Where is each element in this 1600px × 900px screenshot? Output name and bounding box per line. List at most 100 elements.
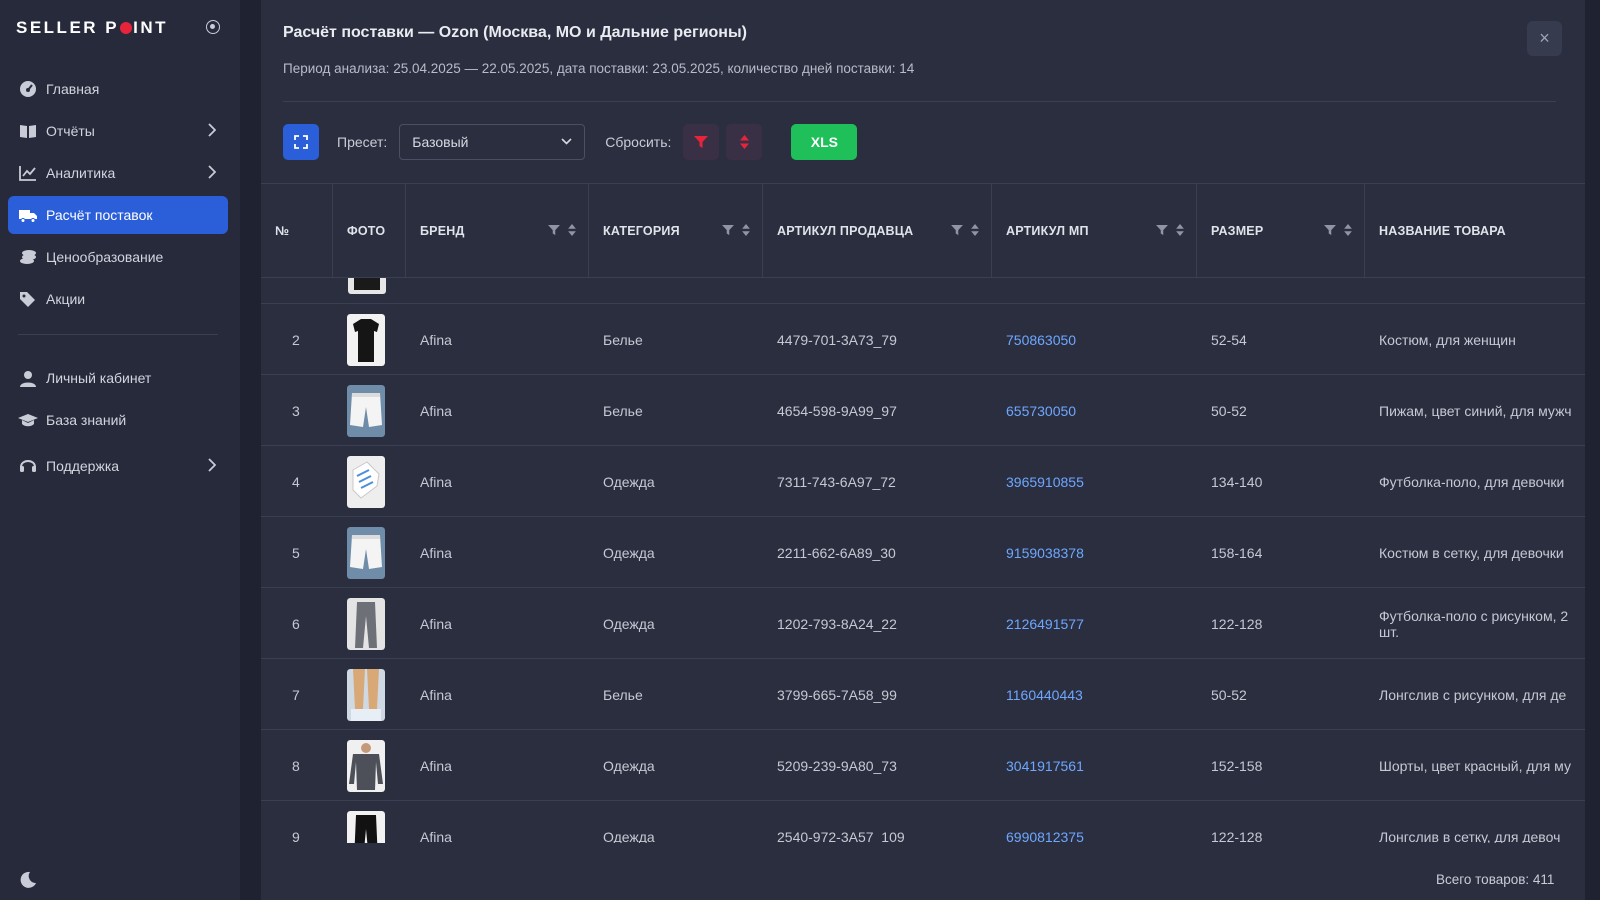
cell-category: Одежда: [603, 828, 655, 844]
column-header-photo: ФОТО: [333, 184, 406, 278]
cell-brand: Afina: [420, 828, 452, 844]
cell-brand: Afina: [420, 686, 452, 703]
sidebar-item-knowledge-base[interactable]: База знаний: [8, 401, 228, 439]
table-row[interactable]: 6 Afina Одежда 1202-793-8A24_22 2126491577 12…: [261, 588, 1585, 659]
sort-icon[interactable]: [971, 224, 979, 236]
sort-icon[interactable]: [568, 224, 576, 236]
cell-photo: [333, 375, 406, 446]
sidebar-item-support[interactable]: Поддержка: [8, 447, 228, 485]
toolbar: Пресет: Базовый Сбросить: XLS: [283, 124, 858, 160]
filter-icon[interactable]: [722, 224, 734, 236]
cell-seller-sku: 5209-239-9A80_73: [777, 757, 897, 774]
cell-photo: [333, 304, 406, 375]
dashboard-icon: [18, 79, 38, 99]
table-row[interactable]: 5 Afina Одежда 2211-662-6A89_30 9159038378 15…: [261, 517, 1585, 588]
cell-mp-sku[interactable]: 1160440443: [992, 659, 1197, 730]
column-header-size: РАЗМЕР: [1197, 184, 1365, 278]
sidebar-item-home[interactable]: Главная: [8, 70, 228, 108]
cell-mp-sku[interactable]: 750863050: [992, 304, 1197, 375]
coins-icon: [18, 247, 38, 267]
product-photo[interactable]: [347, 455, 385, 508]
table-row[interactable]: 2 Afina Белье 4479-701-3A73_79 750863050 52-5…: [261, 304, 1585, 375]
sidebar-item-account[interactable]: Личный кабинет: [8, 359, 228, 397]
preset-label: Пресет:: [337, 134, 388, 150]
product-photo[interactable]: [347, 668, 385, 721]
sidebar-item-label: Аналитика: [46, 165, 116, 181]
cell-mp-sku[interactable]: 9159038378: [992, 517, 1197, 588]
reset-label: Сбросить:: [605, 134, 672, 150]
export-xls-button[interactable]: XLS: [791, 124, 858, 160]
chevron-right-icon: [208, 458, 216, 472]
cell-number: 9: [292, 828, 300, 844]
cell-product-name: Пижам, цвет синий, для мужч: [1379, 402, 1572, 419]
sidebar-item-pricing[interactable]: Ценообразование: [8, 238, 228, 276]
user-icon: [18, 368, 38, 388]
cell-category: Одежда: [603, 615, 655, 632]
dark-mode-toggle-icon[interactable]: [18, 870, 38, 890]
sort-icon: [739, 135, 749, 149]
sidebar-item-label: База знаний: [46, 412, 127, 428]
product-photo[interactable]: [347, 597, 385, 650]
sort-icon[interactable]: [742, 224, 750, 236]
sort-icon[interactable]: [1344, 224, 1352, 236]
product-photo[interactable]: [347, 739, 385, 792]
table-row[interactable]: 7 Afina Белье 3799-665-7A58_99 1160440443 50-…: [261, 659, 1585, 730]
cell-mp-sku[interactable]: 3041917561: [992, 730, 1197, 801]
sidebar-item-label: Отчёты: [46, 123, 95, 139]
table-row[interactable]: 4 Afina Одежда 7311-743-6A97_72 3965910855 13…: [261, 446, 1585, 517]
product-photo[interactable]: [347, 810, 385, 844]
cell-product-name: Лонгслив с рисунком, для де: [1379, 686, 1567, 703]
table-row[interactable]: 8 Afina Одежда 5209-239-9A80_73 3041917561 15…: [261, 730, 1585, 801]
cell-mp-sku[interactable]: 655730050: [992, 375, 1197, 446]
cell-size: 50-52: [1211, 402, 1247, 419]
filter-icon[interactable]: [1156, 224, 1168, 236]
sidebar-item-analytics[interactable]: Аналитика: [8, 154, 228, 192]
cell-product-name: Шорты, цвет красный, для му: [1379, 757, 1571, 774]
table-row[interactable]: 9 Afina Одежда 2540-972-3A57_109 6990812375 1…: [261, 801, 1585, 843]
product-photo[interactable]: [347, 384, 385, 437]
product-photo[interactable]: [347, 313, 385, 366]
cell-number: 3: [292, 402, 300, 419]
table-row[interactable]: 3 Afina Белье 4654-598-9A99_97 655730050 50-5…: [261, 375, 1585, 446]
sidebar-item-promotions[interactable]: Акции: [8, 280, 228, 318]
cell-seller-sku: 7311-743-6A97_72: [777, 473, 896, 490]
column-header-product-name: НАЗВАНИЕ ТОВАРА: [1365, 184, 1585, 278]
chevron-right-icon: [208, 123, 216, 137]
filter-icon[interactable]: [951, 224, 963, 236]
close-button[interactable]: ×: [1527, 21, 1562, 56]
filter-icon[interactable]: [548, 224, 560, 236]
header-divider: [283, 101, 1556, 102]
preset-value: Базовый: [412, 134, 469, 150]
table-header: № ФОТО БРЕНД КАТЕГОРИЯ АРТИКУЛ ПРОДАВЦА …: [261, 184, 1585, 278]
filter-icon[interactable]: [1324, 224, 1336, 236]
column-header-mp-sku: АРТИКУЛ МП: [992, 184, 1197, 278]
cell-seller-sku: 4654-598-9A99_97: [777, 402, 897, 419]
cell-category: Белье: [603, 402, 643, 419]
cell-brand: Afina: [420, 402, 452, 419]
product-photo[interactable]: [347, 526, 385, 579]
cell-brand: Afina: [420, 615, 452, 632]
preset-select[interactable]: Базовый: [399, 124, 586, 160]
reset-sort-button[interactable]: [726, 124, 763, 160]
cell-mp-sku[interactable]: 3965910855: [992, 446, 1197, 517]
sidebar-item-supply-calc[interactable]: Расчёт поставок: [8, 196, 228, 234]
column-header-label: ФОТО: [347, 224, 386, 238]
cell-photo: [333, 659, 406, 730]
reset-filters-button[interactable]: [683, 124, 720, 160]
cell-photo: [333, 588, 406, 659]
sidebar-item-reports[interactable]: Отчёты: [8, 112, 228, 150]
brand-logo[interactable]: SELLER P INT: [16, 18, 168, 38]
cell-seller-sku: 2211-662-6A89_30: [777, 544, 896, 561]
column-header-label: №: [275, 224, 290, 238]
sidebar-item-label: Главная: [46, 81, 100, 97]
cell-mp-sku[interactable]: 2126491577: [992, 588, 1197, 659]
fullscreen-button[interactable]: [283, 124, 319, 160]
sidebar-nav: Главная Отчёты Аналитика Расчёт поставок: [8, 70, 228, 489]
sidebar-collapse-icon[interactable]: [206, 20, 220, 34]
sort-icon[interactable]: [1176, 224, 1184, 236]
cell-number: 6: [292, 615, 300, 632]
cell-photo: [333, 446, 406, 517]
cell-mp-sku[interactable]: 6990812375: [992, 801, 1197, 844]
cell-category: Белье: [603, 686, 643, 703]
cell-brand: Afina: [420, 757, 452, 774]
